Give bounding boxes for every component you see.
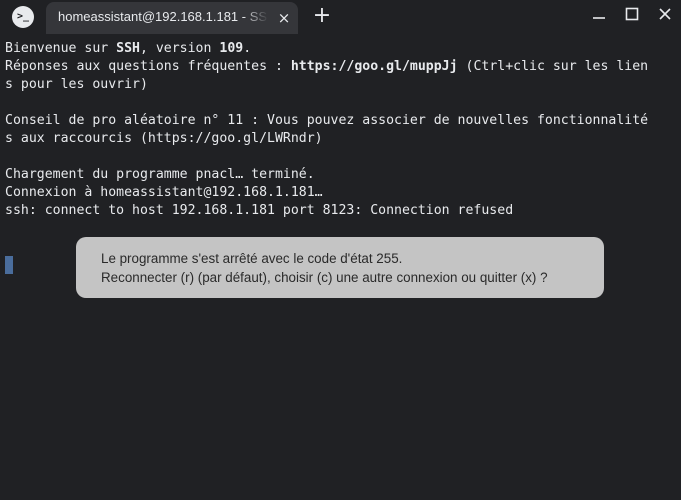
maximize-button[interactable] (619, 3, 645, 25)
close-window-button[interactable] (652, 3, 678, 25)
version-number: 109 (219, 41, 244, 56)
new-tab-button[interactable]: + (310, 4, 334, 28)
terminal-text: Bienvenue sur SSH, version 109. Réponses… (5, 40, 677, 220)
faq-link[interactable]: https://goo.gl/muppJj (291, 59, 458, 74)
connecting-line: Connexion à homeassistant@192.168.1.181… (5, 185, 323, 200)
maximize-icon (625, 7, 639, 21)
tab-ssh-session[interactable]: homeassistant@192.168.1.181 - SSH × (46, 2, 298, 34)
welcome-text: Bienvenue sur (5, 41, 117, 56)
faq-hint: (Ctrl+clic sur les lien (457, 59, 649, 74)
reconnect-prompt: Reconnecter (r) (par défaut), choisir (c… (101, 270, 548, 285)
minimize-icon (593, 17, 605, 19)
terminal-window: >_ homeassistant@192.168.1.181 - SSH × +… (0, 0, 681, 500)
exit-status-dialog: Le programme s'est arrêté avec le code d… (76, 237, 604, 298)
terminal-app-icon[interactable]: >_ (12, 6, 34, 28)
pro-tip-line-continued: s aux raccourcis (https://goo.gl/LWRndr) (5, 131, 323, 146)
welcome-period: . (243, 41, 252, 56)
close-icon (659, 8, 671, 20)
welcome-version-label: , version (139, 41, 220, 56)
faq-hint-continued: s pour les ouvrir) (5, 77, 148, 92)
exit-status-message: Le programme s'est arrêté avec le code d… (101, 251, 403, 266)
tab-title: homeassistant@192.168.1.181 - SSH (58, 9, 268, 24)
pro-tip-line: Conseil de pro aléatoire n° 11 : Vous po… (5, 113, 649, 128)
title-bar: >_ homeassistant@192.168.1.181 - SSH × + (0, 0, 681, 34)
app-name: SSH (116, 41, 140, 56)
error-line: ssh: connect to host 192.168.1.181 port … (5, 203, 514, 218)
close-tab-icon[interactable]: × (276, 10, 292, 26)
faq-label: Réponses aux questions fréquentes : (5, 59, 291, 74)
loading-line: Chargement du programme pnacl… terminé. (5, 167, 315, 182)
terminal-cursor (5, 256, 13, 274)
minimize-button[interactable] (586, 3, 612, 25)
